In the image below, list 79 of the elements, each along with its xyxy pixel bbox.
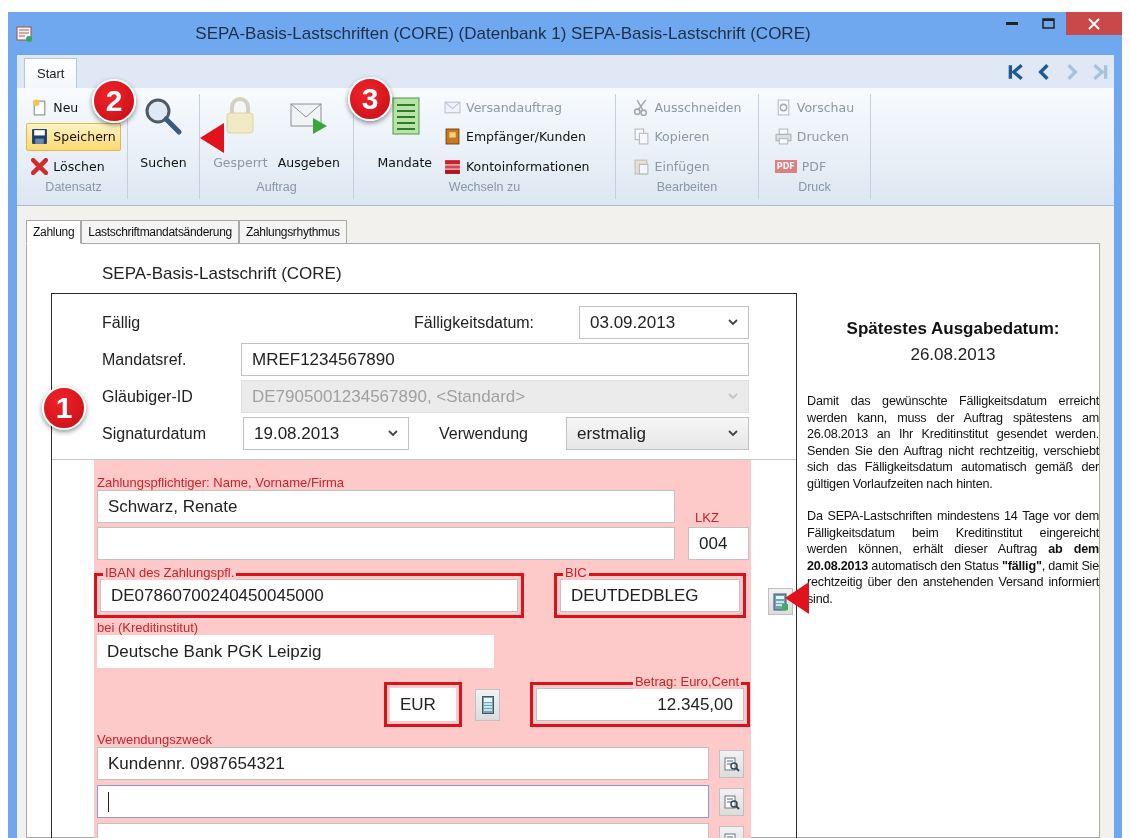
form-tab[interactable]: Zahlung <box>26 220 82 244</box>
status-label: Fällig <box>102 313 142 332</box>
usage-select[interactable]: erstmalig <box>566 417 749 450</box>
field-label: IBAN des Zahlungspfl. <box>103 566 237 580</box>
info-paragraph: Damit das gewünschte Fälligkeitsdatum erreicht werden kann, muss der Auftrag spätestens am 26.08.2013 an Ihr Kreditinstitut gesendet werden. Senden Sie den Auftrag nicht rechtzeitig, verschiebt sich das Fälligkeitsdatum automatisch gemäß der gültigen Vorlaufzeiten nach hinten. <box>807 393 1099 492</box>
field-label: BIC <box>563 566 589 580</box>
pdf-icon: PDF <box>774 159 797 173</box>
ribbon-button[interactable]: Neu <box>26 94 84 122</box>
save-icon <box>31 128 49 146</box>
purpose-field[interactable] <box>97 785 709 818</box>
group-label: Bearbeiten <box>656 180 718 196</box>
lookup-icon <box>723 793 740 810</box>
field-label: Verwendungszweck <box>97 732 213 747</box>
minimize-icon[interactable] <box>1006 21 1018 26</box>
chevron-down-icon <box>728 319 738 326</box>
copy-icon <box>632 128 650 146</box>
due-date-select[interactable]: 03.09.2013 <box>579 306 749 339</box>
chevron-down-icon <box>388 430 398 437</box>
chevron-down-icon <box>728 393 738 400</box>
ribbon-button[interactable]: Löschen <box>26 152 110 180</box>
payer-name-field[interactable] <box>97 527 675 560</box>
group-label: Wechseln zu <box>448 180 521 196</box>
delete-icon <box>31 157 49 175</box>
field-label: Betrag: Euro,Cent <box>632 675 741 689</box>
lookup-button[interactable] <box>719 787 744 816</box>
ribbon-tab[interactable]: Start <box>24 58 78 88</box>
close-icon <box>1088 17 1100 30</box>
first-page-icon[interactable] <box>1006 62 1026 81</box>
field-label: Signaturdatum <box>102 424 208 443</box>
field-label: Fälligkeitsdatum: <box>414 313 536 332</box>
ribbon-button[interactable]: Suchen <box>137 94 190 180</box>
field-label: Zahlungspflichtiger: Name, Vorname/Firma <box>97 475 346 490</box>
currency-field[interactable]: EUR <box>390 688 456 721</box>
form-tab[interactable]: Lastschriftmandatsänderung <box>81 220 239 244</box>
signature-date-select[interactable]: 19.08.2013 <box>243 417 409 450</box>
text-cursor <box>108 791 109 812</box>
field-label: Gläubiger-ID <box>102 387 194 406</box>
close-button[interactable] <box>1066 12 1122 35</box>
window-title: SEPA-Basis-Lastschriften (CORE) (Datenbank 1) SEPA-Basis-Lastschrift (CORE) <box>194 23 812 44</box>
ribbon-button[interactable]: Kontoinformationen <box>439 152 595 180</box>
bank-lookup-button[interactable] <box>768 588 793 615</box>
calculator-button[interactable] <box>475 688 500 721</box>
country-code-field[interactable]: 004 <box>688 527 749 560</box>
field-label: Mandatsref. <box>102 350 188 369</box>
clipboard-icon <box>632 157 650 175</box>
pointer-arrow-icon <box>785 582 809 614</box>
search-icon <box>143 96 184 136</box>
field-label: Verwendung <box>439 424 529 443</box>
ribbon-button[interactable]: Ausgeben <box>274 94 343 180</box>
payer-name-field[interactable]: Schwarz, Renate <box>97 490 675 523</box>
form-tab[interactable]: Zahlungsrhythmus <box>238 220 347 244</box>
address-book-icon <box>444 128 462 146</box>
bic-field[interactable]: DEUTDEDBLEG <box>560 579 740 612</box>
field-label: bei (Kreditinstitut) <box>97 620 200 635</box>
section-title: SEPA-Basis-Lastschrift (CORE) <box>101 264 343 284</box>
group-label: Datensatz <box>45 180 102 196</box>
field-label: LKZ <box>694 510 720 525</box>
info-date: 26.08.2013 <box>910 345 996 365</box>
purpose-field[interactable]: Kundennr. 0987654321 <box>97 747 709 780</box>
bank-field[interactable]: Deutsche Bank PGK Leipzig <box>97 635 494 668</box>
info-title: Spätestes Ausgabedatum: <box>846 319 1060 339</box>
ribbon-button[interactable]: Speichern <box>26 123 121 151</box>
app-icon <box>16 24 34 43</box>
calculator-icon <box>481 695 494 714</box>
calculator-icon <box>772 592 789 611</box>
mandate-ref-field[interactable]: MREF1234567890 <box>241 343 749 376</box>
lookup-icon <box>723 755 740 772</box>
pointer-arrow-icon <box>200 123 224 153</box>
account-stack-icon <box>444 157 462 175</box>
iban-field[interactable]: DE07860700240450045000 <box>100 579 518 612</box>
group-label: Druck <box>798 180 831 196</box>
chevron-down-icon <box>728 430 738 437</box>
amount-field[interactable]: 12.345,00 <box>536 688 744 721</box>
scissors-icon <box>632 99 650 117</box>
lookup-button[interactable] <box>719 749 744 778</box>
ribbon-button[interactable]: Empfänger/Kunden <box>439 123 591 151</box>
group-label: Auftrag <box>256 180 297 196</box>
maximize-icon[interactable] <box>1041 18 1055 29</box>
printer-icon <box>774 128 792 146</box>
